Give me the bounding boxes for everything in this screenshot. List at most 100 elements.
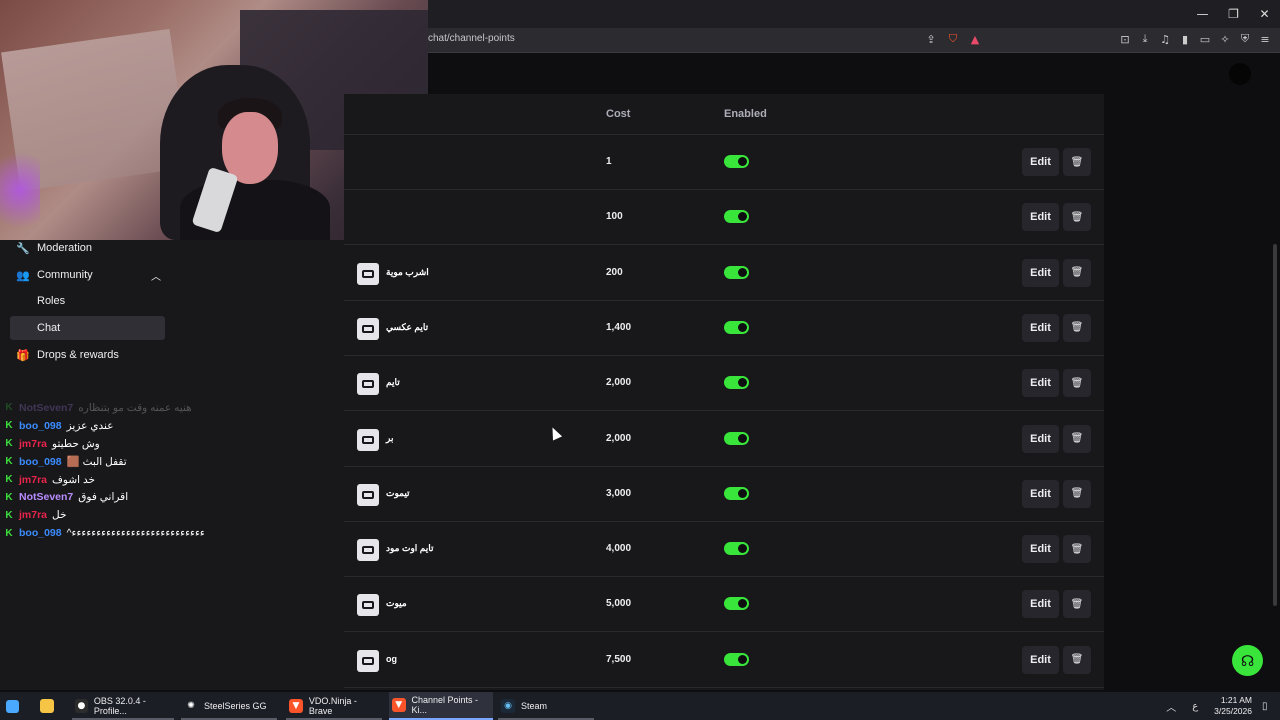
sidebar-item-roles[interactable]: Roles [10, 289, 165, 313]
chat-username[interactable]: jm7ra [19, 474, 47, 486]
reward-row: og 7,500 Edit 🗑 [344, 633, 1104, 688]
url-actions: ⇪ ⛉ ▲ [924, 32, 982, 46]
enabled-toggle[interactable] [724, 652, 749, 666]
edit-button[interactable]: Edit [1022, 645, 1059, 674]
chat-message-text: خد اشوف [52, 473, 95, 486]
leo-ai-icon[interactable]: ✧ [1218, 32, 1232, 46]
delete-button[interactable]: 🗑 [1063, 424, 1091, 453]
enabled-toggle[interactable] [724, 597, 749, 611]
chevron-up-icon[interactable]: ︿ [1166, 699, 1176, 714]
delete-button[interactable]: 🗑 [1063, 203, 1091, 232]
minimize-button[interactable]: — [1187, 0, 1218, 28]
chat-username[interactable]: boo_098 [19, 456, 62, 468]
delete-button[interactable]: 🗑 [1063, 645, 1091, 674]
edit-button[interactable]: Edit [1022, 590, 1059, 619]
taskbar-app[interactable]: ● OBS 32.0.4 - Profile... [72, 692, 174, 720]
scrollbar-thumb[interactable] [1273, 244, 1277, 606]
trash-icon: 🗑 [1070, 211, 1084, 223]
subscriber-badge-icon: K [5, 527, 13, 539]
edit-button[interactable]: Edit [1022, 258, 1059, 287]
taskbar-app-label: Steam [521, 701, 548, 711]
sidebar-item-drops-rewards[interactable]: 🎁 Drops & rewards [10, 343, 165, 367]
file-explorer-button[interactable] [40, 692, 60, 720]
subscriber-badge-icon: K [5, 420, 13, 432]
url-text[interactable]: chat/channel-points [428, 33, 515, 44]
media-icon[interactable]: ♫ [1158, 32, 1172, 46]
delete-button[interactable]: 🗑 [1063, 479, 1091, 508]
reward-row: تايم 2,000 Edit 🗑 [344, 356, 1104, 412]
delete-button[interactable]: 🗑 [1063, 148, 1091, 176]
input-language-indicator[interactable]: ع [1192, 701, 1198, 712]
restore-button[interactable]: ❐ [1218, 0, 1249, 28]
share-icon[interactable]: ⇪ [924, 32, 938, 46]
edit-button[interactable]: Edit [1022, 424, 1059, 453]
edit-button[interactable]: Edit [1022, 148, 1059, 176]
enabled-toggle[interactable] [724, 542, 749, 556]
enabled-toggle[interactable] [724, 431, 749, 445]
taskbar-app-label: Channel Points - Ki... [411, 695, 479, 715]
download-icon[interactable]: ⤓ [1138, 32, 1152, 46]
sidebar-item-label: Moderation [37, 242, 93, 254]
brave-rewards-icon[interactable]: ▲ [968, 32, 982, 46]
subscriber-badge-icon: K [5, 402, 13, 414]
taskbar-app[interactable]: ▼ Channel Points - Ki... [389, 692, 493, 720]
enabled-toggle[interactable] [724, 376, 749, 390]
trash-icon: 🗑 [1070, 267, 1084, 279]
people-icon: 👥 [16, 268, 30, 282]
taskbar-app[interactable]: ▼ VDO.Ninja - Brave [286, 692, 382, 720]
chat-message-text: اقراني فوق [78, 491, 129, 504]
sidebar-item-chat[interactable]: Chat [10, 316, 165, 340]
chat-username[interactable]: boo_098 [19, 527, 62, 539]
edit-button[interactable]: Edit [1022, 369, 1059, 398]
sidebar-icon[interactable]: ▮ [1178, 32, 1192, 46]
enabled-toggle[interactable] [724, 210, 749, 224]
chat-username[interactable]: NotSeven7 [19, 402, 73, 414]
chat-message-text: وش حطيتو [52, 437, 100, 450]
enabled-toggle[interactable] [724, 155, 749, 168]
chat-username[interactable]: jm7ra [19, 438, 47, 450]
reward-cost: 200 [606, 266, 623, 278]
screenshot-icon[interactable]: ⊡ [1118, 32, 1132, 46]
delete-button[interactable]: 🗑 [1063, 590, 1091, 619]
enabled-toggle[interactable] [724, 486, 749, 500]
brave-shields-icon[interactable]: ⛉ [946, 32, 960, 46]
delete-button[interactable]: 🗑 [1063, 258, 1091, 287]
chat-username[interactable]: boo_098 [19, 420, 62, 432]
edit-button[interactable]: Edit [1022, 203, 1059, 232]
start-button[interactable] [6, 692, 26, 720]
reward-title: ميوت [386, 598, 407, 609]
column-header-cost[interactable]: Cost [606, 108, 630, 120]
delete-button[interactable]: 🗑 [1063, 369, 1091, 398]
system-clock[interactable]: 1:21 AM 3/25/2026 [1214, 695, 1252, 717]
vpn-icon[interactable]: ⛨ [1238, 32, 1252, 46]
sidebar-item-label: Drops & rewards [37, 349, 119, 361]
delete-button[interactable]: 🗑 [1063, 313, 1091, 342]
reward-row: تايم عكسي 1,400 Edit 🗑 [344, 301, 1104, 356]
trash-icon: 🗑 [1070, 322, 1084, 334]
reward-cost: 1,400 [606, 321, 632, 333]
reward-cost: 3,000 [606, 487, 632, 499]
taskbar-app[interactable]: ◉ Steam [498, 692, 594, 720]
enabled-toggle[interactable] [724, 320, 749, 334]
edit-button[interactable]: Edit [1022, 535, 1059, 564]
edit-button[interactable]: Edit [1022, 313, 1059, 342]
chat-username[interactable]: NotSeven7 [19, 491, 73, 503]
close-button[interactable]: ✕ [1249, 0, 1280, 28]
edit-button[interactable]: Edit [1022, 479, 1059, 508]
taskbar-app[interactable]: ✺ SteelSeries GG [181, 692, 277, 720]
chevron-up-icon[interactable]: ︿ [151, 268, 161, 283]
avatar[interactable] [1229, 63, 1251, 85]
notification-icon[interactable]: ▯ [1262, 701, 1272, 712]
reward-title: تايم [386, 377, 400, 388]
chat-username[interactable]: jm7ra [19, 509, 47, 521]
reward-title: تايم اوت مود [386, 543, 434, 554]
enabled-toggle[interactable] [724, 265, 749, 279]
column-header-enabled[interactable]: Enabled [724, 108, 767, 120]
help-chat-button[interactable]: ☊ [1232, 645, 1263, 676]
sidebar-item-community[interactable]: 👥 Community ︿ [10, 263, 165, 287]
wallet-icon[interactable]: ▭ [1198, 32, 1212, 46]
menu-icon[interactable]: ≡ [1258, 32, 1272, 46]
trash-icon: 🗑 [1070, 377, 1084, 389]
reward-row: ميوت 5,000 Edit 🗑 [344, 577, 1104, 633]
delete-button[interactable]: 🗑 [1063, 535, 1091, 564]
